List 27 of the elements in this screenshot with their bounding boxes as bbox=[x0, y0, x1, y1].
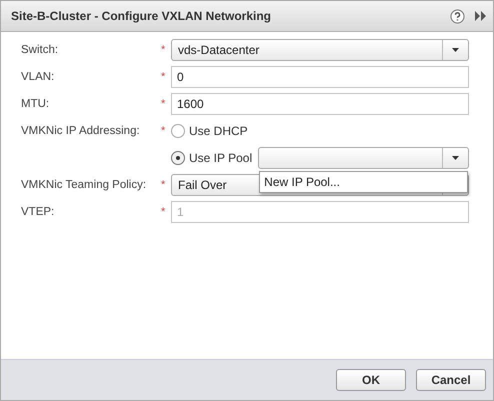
input-field[interactable]: 1600 bbox=[171, 92, 469, 114]
dialog-button[interactable]: Cancel bbox=[416, 369, 486, 391]
field-label: VLAN: bbox=[21, 70, 56, 82]
field-label: VTEP: bbox=[21, 206, 56, 218]
input-field[interactable]: 0 bbox=[171, 66, 469, 88]
dialog-button[interactable]: OK bbox=[336, 369, 406, 391]
required-mark: * bbox=[161, 44, 166, 56]
required-mark: * bbox=[161, 178, 166, 190]
required-mark: * bbox=[161, 124, 166, 136]
field-label: VMKNic IP Addressing: bbox=[21, 124, 141, 136]
help-icon[interactable] bbox=[450, 8, 465, 24]
required-mark: * bbox=[161, 70, 166, 82]
radio-circle[interactable] bbox=[171, 150, 185, 164]
field-label: VMKNic Teaming Policy: bbox=[21, 178, 148, 190]
required-mark: * bbox=[161, 98, 166, 110]
expand-icon[interactable] bbox=[475, 11, 487, 21]
radio-option[interactable]: Use IP Pool bbox=[171, 150, 258, 164]
field-label: Switch: bbox=[21, 44, 60, 56]
dropdown[interactable]: vds-Datacenter bbox=[171, 38, 469, 60]
radio-circle[interactable] bbox=[171, 124, 185, 138]
radio-option[interactable]: Use DHCP bbox=[171, 124, 254, 138]
caret-icon bbox=[452, 48, 459, 52]
menu-item[interactable]: New IP Pool... bbox=[264, 174, 340, 188]
window-title: Site-B-Cluster - Configure VXLAN Networking bbox=[11, 9, 272, 23]
caret-icon bbox=[452, 156, 459, 160]
required-mark: * bbox=[161, 206, 166, 218]
field-label: MTU: bbox=[21, 98, 50, 110]
